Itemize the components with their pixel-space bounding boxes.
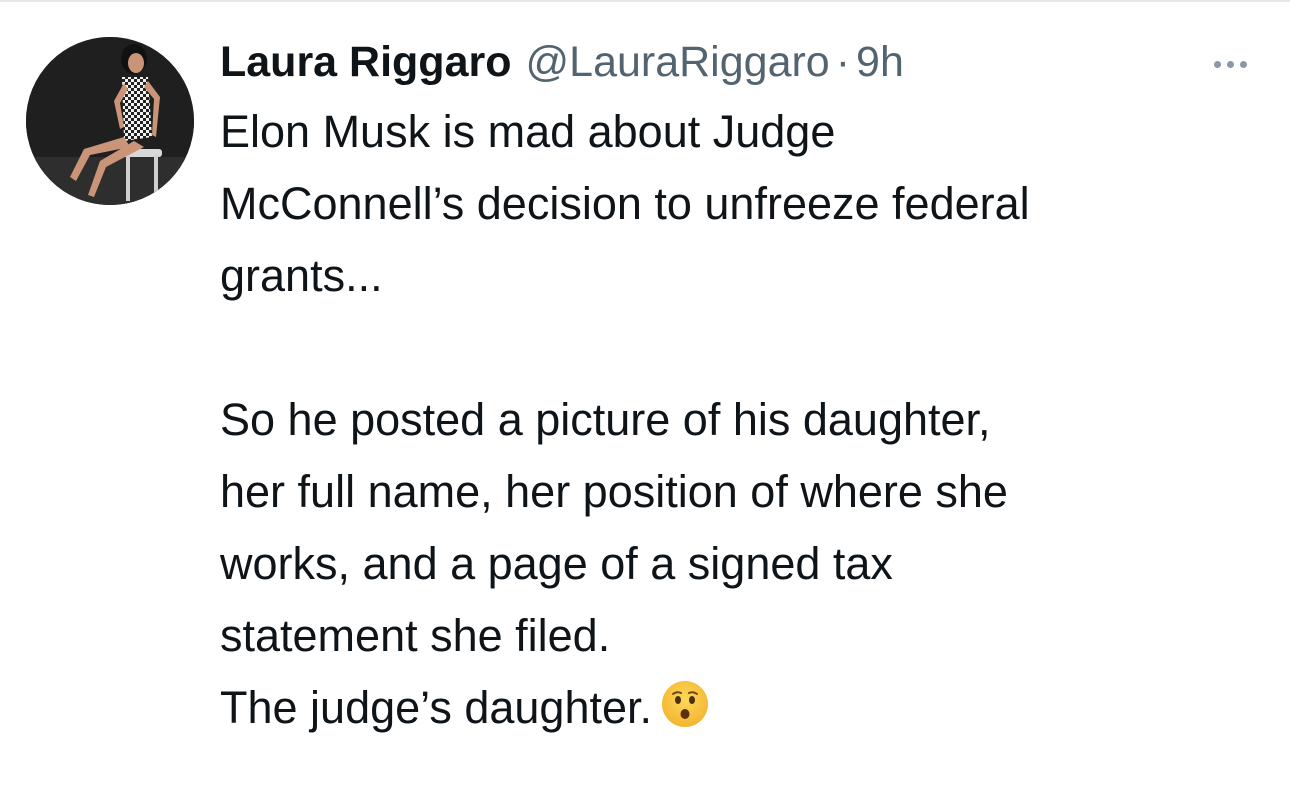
more-dot	[1239, 60, 1247, 68]
author-handle[interactable]: @LauraRiggaro	[526, 30, 830, 94]
avatar[interactable]	[26, 37, 194, 205]
tweet-text-blank-line	[220, 312, 1270, 384]
more-dot	[1226, 60, 1234, 68]
avatar-photo	[26, 37, 194, 205]
hushed-face-emoji-icon	[660, 678, 710, 750]
header-separator: ·	[835, 38, 851, 86]
tweet-text: Elon Musk is mad about Judge McConnell’s…	[220, 96, 1270, 750]
tweet-text-line: her full name, her position of where she	[220, 466, 1008, 517]
tweet-text-last-line: The judge’s daughter.	[220, 672, 1270, 750]
author-display-name[interactable]: Laura Riggaro	[220, 30, 512, 94]
tweet-text-line: So he posted a picture of his daughter,	[220, 394, 991, 445]
tweet-text-line: Elon Musk is mad about Judge	[220, 106, 836, 157]
tweet-text-line: statement she filed.	[220, 610, 611, 661]
tweet-timestamp[interactable]: 9h	[856, 30, 904, 94]
more-dot	[1213, 60, 1221, 68]
tweet-header: Laura Riggaro @LauraRiggaro · 9h	[220, 30, 1270, 94]
tweet-body: Laura Riggaro @LauraRiggaro · 9h Elon Mu…	[220, 30, 1270, 750]
tweet-text-line: grants...	[220, 250, 383, 301]
more-options-button[interactable]	[1200, 52, 1260, 76]
tweet-text-line: The judge’s daughter.	[220, 682, 653, 733]
tweet-text-line: McConnell’s decision to unfreeze federal	[220, 178, 1030, 229]
tweet-text-line: works, and a page of a signed tax	[220, 538, 893, 589]
tweet[interactable]: Laura Riggaro @LauraRiggaro · 9h Elon Mu…	[0, 0, 1290, 788]
